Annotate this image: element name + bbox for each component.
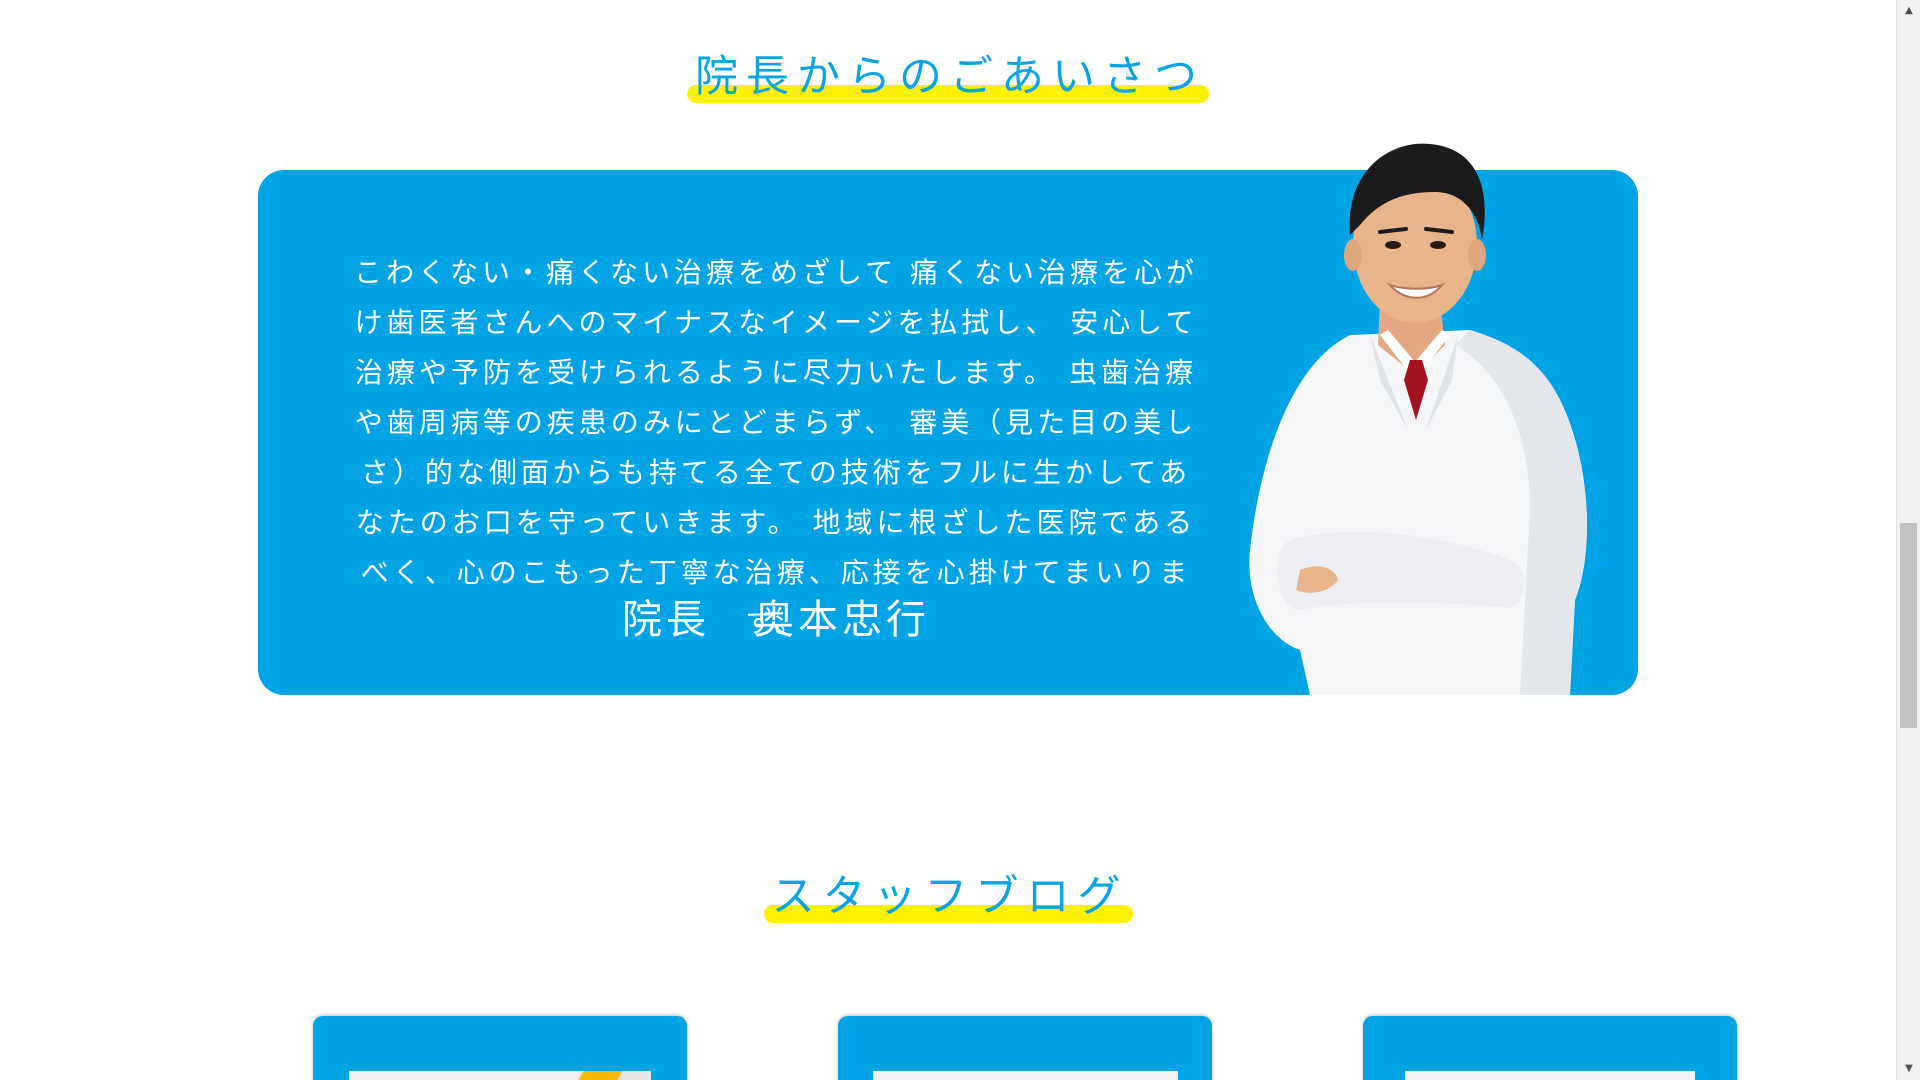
vertical-scrollbar[interactable]: ▲ ▼: [1896, 0, 1920, 1080]
page: 院長からのごあいさつ こわくない・痛くない治療をめざして 痛くない治療を心がけ歯…: [0, 0, 1920, 1080]
arrow-up-icon[interactable]: ▲: [1897, 0, 1920, 22]
blog-thumbnail[interactable]: [1405, 1071, 1695, 1080]
arrow-down-icon[interactable]: ▼: [1897, 1058, 1920, 1080]
blog-card[interactable]: [313, 1016, 687, 1080]
scrollbar-thumb[interactable]: [1900, 523, 1917, 728]
blog-thumbnail[interactable]: [349, 1071, 651, 1080]
doctor-photo: [1249, 143, 1587, 695]
blog-thumbnail[interactable]: [873, 1071, 1178, 1080]
greeting-message: こわくない・痛くない治療をめざして 痛くない治療を心がけ歯医者さんへのマイナスな…: [353, 256, 1199, 639]
blog-title-text: スタッフブログ: [763, 862, 1133, 924]
director-signature: 院長 奥本忠行: [622, 597, 930, 643]
blog-card[interactable]: [1363, 1016, 1737, 1080]
blog-section-title: スタッフブログ: [0, 862, 1896, 924]
blog-card[interactable]: [838, 1016, 1212, 1080]
greeting-title-text: 院長からのごあいさつ: [687, 42, 1209, 104]
greeting-section-title: 院長からのごあいさつ: [0, 42, 1896, 104]
